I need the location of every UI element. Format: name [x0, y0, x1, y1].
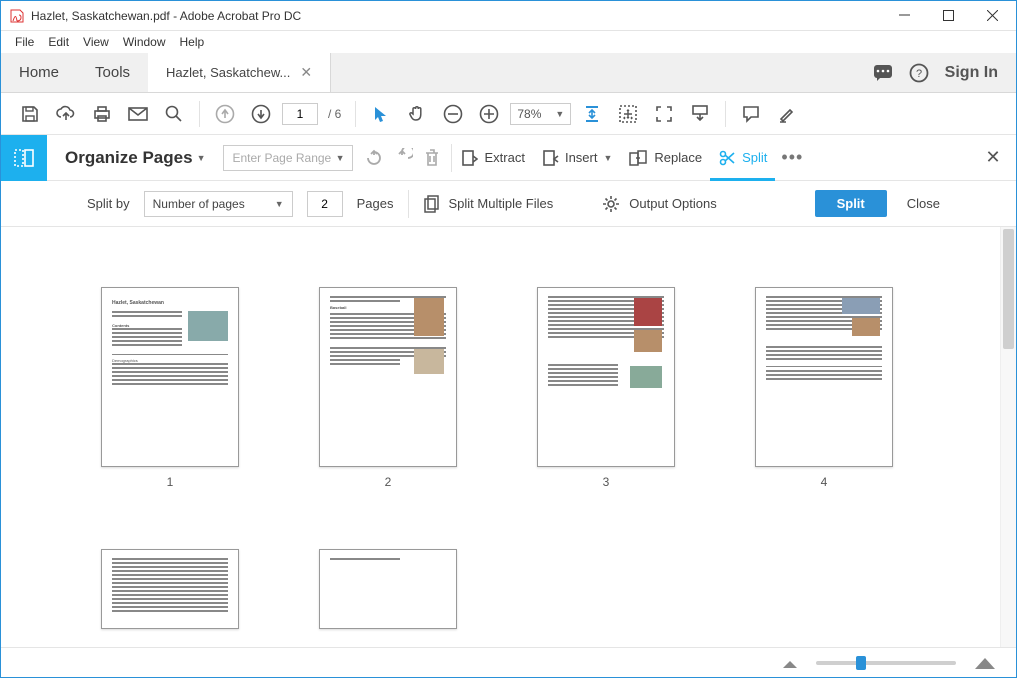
extract-button[interactable]: Extract	[452, 143, 532, 173]
gear-icon	[601, 194, 621, 214]
pointer-icon[interactable]	[366, 99, 396, 129]
app-icon	[9, 8, 25, 24]
page-thumbnail[interactable]: Baseball 2	[319, 287, 457, 489]
tab-home[interactable]: Home	[1, 53, 77, 92]
multiple-files-icon	[423, 194, 441, 214]
page-thumbnail[interactable]: 3	[537, 287, 675, 489]
page-label: 3	[603, 475, 610, 489]
main-toolbar: / 6 78% ▼	[1, 93, 1016, 135]
rotate-right-icon[interactable]	[393, 148, 413, 168]
tab-close-icon[interactable]: ✕	[300, 64, 312, 81]
thumbnails-area: Hazlet, Saskatchewan Contents Demographi…	[1, 227, 1016, 647]
sign-in-button[interactable]: Sign In	[945, 64, 998, 82]
replace-icon	[628, 148, 648, 168]
scissors-icon	[718, 149, 736, 167]
hand-icon[interactable]	[402, 99, 432, 129]
thumbnails-grid[interactable]: Hazlet, Saskatchewan Contents Demographi…	[1, 227, 1000, 647]
menu-view[interactable]: View	[83, 35, 109, 49]
organize-title[interactable]: Organize Pages▼	[47, 148, 223, 168]
zoom-out-icon[interactable]	[438, 99, 468, 129]
menu-bar: File Edit View Window Help	[1, 31, 1016, 53]
delete-icon[interactable]	[423, 148, 441, 168]
chevron-down-icon: ▼	[275, 199, 284, 209]
print-icon[interactable]	[87, 99, 117, 129]
svg-text:?: ?	[916, 68, 922, 80]
insert-icon	[541, 148, 559, 168]
zoom-small-icon[interactable]	[782, 657, 798, 669]
split-count-input[interactable]	[307, 191, 343, 217]
fullscreen-icon[interactable]	[649, 99, 679, 129]
tab-document-label: Hazlet, Saskatchew...	[166, 65, 290, 80]
cloud-upload-icon[interactable]	[51, 99, 81, 129]
fit-page-icon[interactable]	[613, 99, 643, 129]
split-by-label: Split by	[87, 196, 130, 211]
page-number-input[interactable]	[282, 103, 318, 125]
tab-row: Home Tools Hazlet, Saskatchew... ✕ ? Sig…	[1, 53, 1016, 93]
notification-icon[interactable]	[873, 64, 893, 82]
zoom-select[interactable]: 78% ▼	[510, 103, 571, 125]
close-window-button[interactable]	[970, 1, 1014, 31]
save-icon[interactable]	[15, 99, 45, 129]
zoom-value: 78%	[517, 107, 541, 121]
page-thumbnail[interactable]	[319, 549, 457, 629]
fit-width-icon[interactable]	[577, 99, 607, 129]
menu-edit[interactable]: Edit	[48, 35, 69, 49]
reading-mode-icon[interactable]	[685, 99, 715, 129]
extract-icon	[460, 148, 478, 168]
chevron-down-icon: ▼	[336, 153, 345, 163]
title-bar: Hazlet, Saskatchewan.pdf - Adobe Acrobat…	[1, 1, 1016, 31]
close-panel-button[interactable]: ✕	[970, 147, 1016, 168]
highlight-icon[interactable]	[772, 99, 802, 129]
minimize-button[interactable]	[882, 1, 926, 31]
split-multiple-button[interactable]: Split Multiple Files	[423, 194, 554, 214]
page-thumbnail[interactable]	[101, 549, 239, 629]
replace-button[interactable]: Replace	[620, 143, 710, 173]
page-total-label: / 6	[324, 107, 345, 121]
split-action-button[interactable]: Split	[815, 190, 887, 217]
page-label: 4	[821, 475, 828, 489]
more-options-icon[interactable]: •••	[781, 147, 803, 168]
close-split-button[interactable]: Close	[901, 196, 946, 211]
menu-window[interactable]: Window	[123, 35, 166, 49]
organize-tool-icon[interactable]	[1, 135, 47, 181]
email-icon[interactable]	[123, 99, 153, 129]
output-options-button[interactable]: Output Options	[601, 194, 716, 214]
vertical-scrollbar[interactable]	[1000, 227, 1016, 647]
page-label: 1	[167, 475, 174, 489]
prev-page-icon[interactable]	[210, 99, 240, 129]
page-thumbnail[interactable]: Hazlet, Saskatchewan Contents Demographi…	[101, 287, 239, 489]
maximize-button[interactable]	[926, 1, 970, 31]
organize-toolbar: Organize Pages▼ Enter Page Range▼ Extrac…	[1, 135, 1016, 181]
comment-icon[interactable]	[736, 99, 766, 129]
zoom-slider[interactable]	[816, 661, 956, 665]
tab-document[interactable]: Hazlet, Saskatchew... ✕	[148, 53, 331, 92]
chevron-down-icon: ▼	[555, 109, 564, 119]
zoom-large-icon[interactable]	[974, 656, 996, 670]
split-toolbar: Split by Number of pages▼ Pages Split Mu…	[1, 181, 1016, 227]
window-title: Hazlet, Saskatchewan.pdf - Adobe Acrobat…	[31, 9, 882, 23]
tab-tools[interactable]: Tools	[77, 53, 148, 92]
pages-label: Pages	[357, 196, 394, 211]
split-button[interactable]: Split	[710, 135, 775, 181]
page-range-input[interactable]: Enter Page Range▼	[223, 145, 353, 171]
next-page-icon[interactable]	[246, 99, 276, 129]
split-mode-select[interactable]: Number of pages▼	[144, 191, 293, 217]
zoom-in-icon[interactable]	[474, 99, 504, 129]
search-icon[interactable]	[159, 99, 189, 129]
chevron-down-icon: ▼	[603, 153, 612, 163]
help-icon[interactable]: ?	[909, 63, 929, 83]
chevron-down-icon: ▼	[197, 153, 206, 163]
footer-bar	[1, 647, 1016, 677]
page-thumbnail[interactable]: 4	[755, 287, 893, 489]
page-label: 2	[385, 475, 392, 489]
menu-help[interactable]: Help	[180, 35, 205, 49]
menu-file[interactable]: File	[15, 35, 34, 49]
rotate-left-icon[interactable]	[363, 148, 383, 168]
insert-button[interactable]: Insert ▼	[533, 143, 620, 173]
